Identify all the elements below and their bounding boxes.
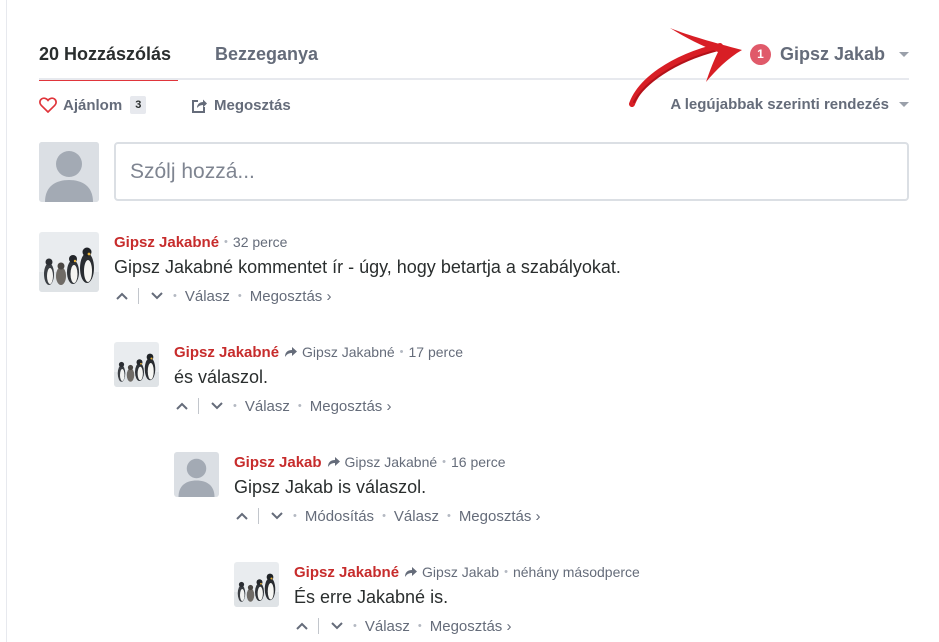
comment-header: Gipsz Jakabné • 32 perce bbox=[114, 232, 909, 252]
user-menu-name[interactable]: Gipsz Jakab bbox=[780, 44, 885, 65]
comment-actions: • Válasz • Megosztás › bbox=[114, 286, 909, 306]
vote-divider bbox=[138, 288, 139, 304]
comment-author[interactable]: Gipsz Jakabné bbox=[294, 564, 399, 581]
separator-dot: • bbox=[233, 400, 237, 412]
reply-to-author[interactable]: Gipsz Jakabné bbox=[302, 344, 395, 360]
share-label: Megosztás bbox=[214, 97, 291, 114]
share-link[interactable]: Megosztás › bbox=[310, 398, 392, 415]
comment-time[interactable]: néhány másodperce bbox=[513, 564, 640, 580]
recommend-count: 3 bbox=[130, 96, 147, 114]
recommend-button[interactable]: Ajánlom 3 bbox=[39, 96, 147, 114]
comment-body: Gipsz Jakab Gipsz Jakabné • 16 perce Gip… bbox=[234, 452, 909, 526]
penguin-avatar[interactable] bbox=[114, 342, 159, 387]
comment: Gipsz Jakabné • 32 perce Gipsz Jakabné k… bbox=[39, 232, 909, 312]
reply-to-author[interactable]: Gipsz Jakabné bbox=[345, 454, 438, 470]
separator-dot: • bbox=[504, 566, 508, 578]
reply-link[interactable]: Válasz bbox=[185, 288, 230, 305]
comment-time[interactable]: 17 perce bbox=[409, 344, 463, 360]
separator-dot: • bbox=[382, 510, 386, 522]
penguin-photo-icon bbox=[114, 342, 159, 387]
separator-dot: • bbox=[446, 510, 451, 522]
comment-body: Gipsz Jakabné Gipsz Jakab • néhány másod… bbox=[294, 562, 909, 636]
upvote-icon[interactable] bbox=[234, 508, 250, 524]
comments-nav: 20 Hozzászólás Bezzeganya 1 Gipsz Jakab bbox=[39, 0, 909, 82]
upvote-icon[interactable] bbox=[174, 398, 190, 414]
vote-divider bbox=[318, 618, 319, 634]
penguin-avatar[interactable] bbox=[234, 562, 279, 607]
comment-text: Gipsz Jakab is válaszol. bbox=[234, 477, 427, 497]
comment-text: és válaszol. bbox=[174, 367, 269, 387]
share-button[interactable]: Megosztás bbox=[191, 97, 291, 114]
share-link[interactable]: Megosztás › bbox=[430, 618, 512, 635]
reply-arrow-icon bbox=[405, 567, 418, 577]
separator-dot: • bbox=[353, 620, 357, 632]
thread-toolbar: Ajánlom 3 Megosztás A legújabbak szerint… bbox=[39, 96, 909, 118]
separator-dot: • bbox=[237, 290, 242, 302]
downvote-icon[interactable] bbox=[209, 398, 225, 414]
sort-dropdown[interactable]: A legújabbak szerinti rendezés bbox=[670, 96, 909, 113]
comment-actions: • Válasz • Megosztás › bbox=[174, 396, 909, 416]
tab-community[interactable]: Bezzeganya bbox=[215, 44, 318, 65]
share-link[interactable]: Megosztás › bbox=[459, 508, 541, 525]
separator-dot: • bbox=[297, 400, 302, 412]
comment-author[interactable]: Gipsz Jakabné bbox=[174, 344, 279, 361]
default-user-icon bbox=[39, 142, 99, 202]
default-user-icon bbox=[174, 452, 219, 497]
downvote-icon[interactable] bbox=[149, 288, 165, 304]
reply-link[interactable]: Válasz bbox=[245, 398, 290, 415]
vote-divider bbox=[258, 508, 259, 524]
comment-input[interactable]: Szólj hozzá... bbox=[114, 142, 909, 201]
comment-actions: • Módosítás • Válasz • Megosztás › bbox=[234, 506, 909, 526]
comment-reply: Gipsz Jakabné Gipsz Jakab • néhány másod… bbox=[234, 562, 909, 642]
reply-arrow-icon bbox=[285, 347, 298, 357]
upvote-icon[interactable] bbox=[294, 618, 310, 634]
reply-to-author[interactable]: Gipsz Jakab bbox=[422, 564, 499, 580]
heart-icon bbox=[39, 97, 57, 113]
current-user-avatar bbox=[39, 142, 99, 202]
default-user-avatar[interactable] bbox=[174, 452, 219, 497]
comment-header: Gipsz Jakab Gipsz Jakabné • 16 perce bbox=[234, 452, 909, 472]
notification-badge[interactable]: 1 bbox=[749, 43, 771, 65]
penguin-photo-icon bbox=[39, 232, 99, 292]
comment-time[interactable]: 16 perce bbox=[451, 454, 505, 470]
separator-dot: • bbox=[417, 620, 422, 632]
penguin-avatar[interactable] bbox=[39, 232, 99, 292]
share-link[interactable]: Megosztás › bbox=[250, 288, 332, 305]
downvote-icon[interactable] bbox=[329, 618, 345, 634]
upvote-icon[interactable] bbox=[114, 288, 130, 304]
sort-label: A legújabbak szerinti rendezés bbox=[670, 96, 889, 113]
chevron-down-icon bbox=[899, 102, 909, 107]
separator-dot: • bbox=[399, 346, 404, 358]
comment-header: Gipsz Jakabné Gipsz Jakabné • 17 perce bbox=[174, 342, 909, 362]
vote-divider bbox=[198, 398, 199, 414]
comment-text: És erre Jakabné is. bbox=[294, 587, 449, 607]
edit-link[interactable]: Módosítás bbox=[305, 508, 374, 525]
comment-time[interactable]: 32 perce bbox=[233, 234, 287, 250]
user-menu[interactable]: 1 Gipsz Jakab bbox=[749, 43, 909, 65]
tab-comment-count[interactable]: 20 Hozzászólás bbox=[39, 44, 171, 65]
chevron-down-icon[interactable] bbox=[899, 51, 909, 57]
comment-actions: • Válasz • Megosztás › bbox=[294, 616, 909, 636]
separator-dot: • bbox=[224, 236, 228, 248]
comment-author[interactable]: Gipsz Jakabné bbox=[114, 234, 219, 251]
comment-text: Gipsz Jakabné kommentet ír - úgy, hogy b… bbox=[114, 257, 621, 277]
comment-author[interactable]: Gipsz Jakab bbox=[234, 454, 322, 471]
left-border bbox=[6, 0, 7, 642]
reply-link[interactable]: Válasz bbox=[365, 618, 410, 635]
downvote-icon[interactable] bbox=[269, 508, 285, 524]
share-icon bbox=[192, 99, 207, 113]
recommend-label: Ajánlom bbox=[63, 96, 123, 114]
penguin-photo-icon bbox=[234, 562, 279, 607]
reply-arrow-icon bbox=[327, 457, 340, 467]
comment-body: Gipsz Jakabné • 32 perce Gipsz Jakabné k… bbox=[114, 232, 909, 306]
separator-dot: • bbox=[442, 456, 447, 468]
reply-link[interactable]: Válasz bbox=[394, 508, 439, 525]
comment-header: Gipsz Jakabné Gipsz Jakab • néhány másod… bbox=[294, 562, 909, 582]
comment-reply: Gipsz Jakabné Gipsz Jakabné • 17 perce é… bbox=[114, 342, 909, 422]
comment-body: Gipsz Jakabné Gipsz Jakabné • 17 perce é… bbox=[174, 342, 909, 416]
separator-dot: • bbox=[293, 510, 297, 522]
nav-divider bbox=[39, 78, 909, 80]
separator-dot: • bbox=[173, 290, 177, 302]
comment-reply: Gipsz Jakab Gipsz Jakabné • 16 perce Gip… bbox=[174, 452, 909, 532]
